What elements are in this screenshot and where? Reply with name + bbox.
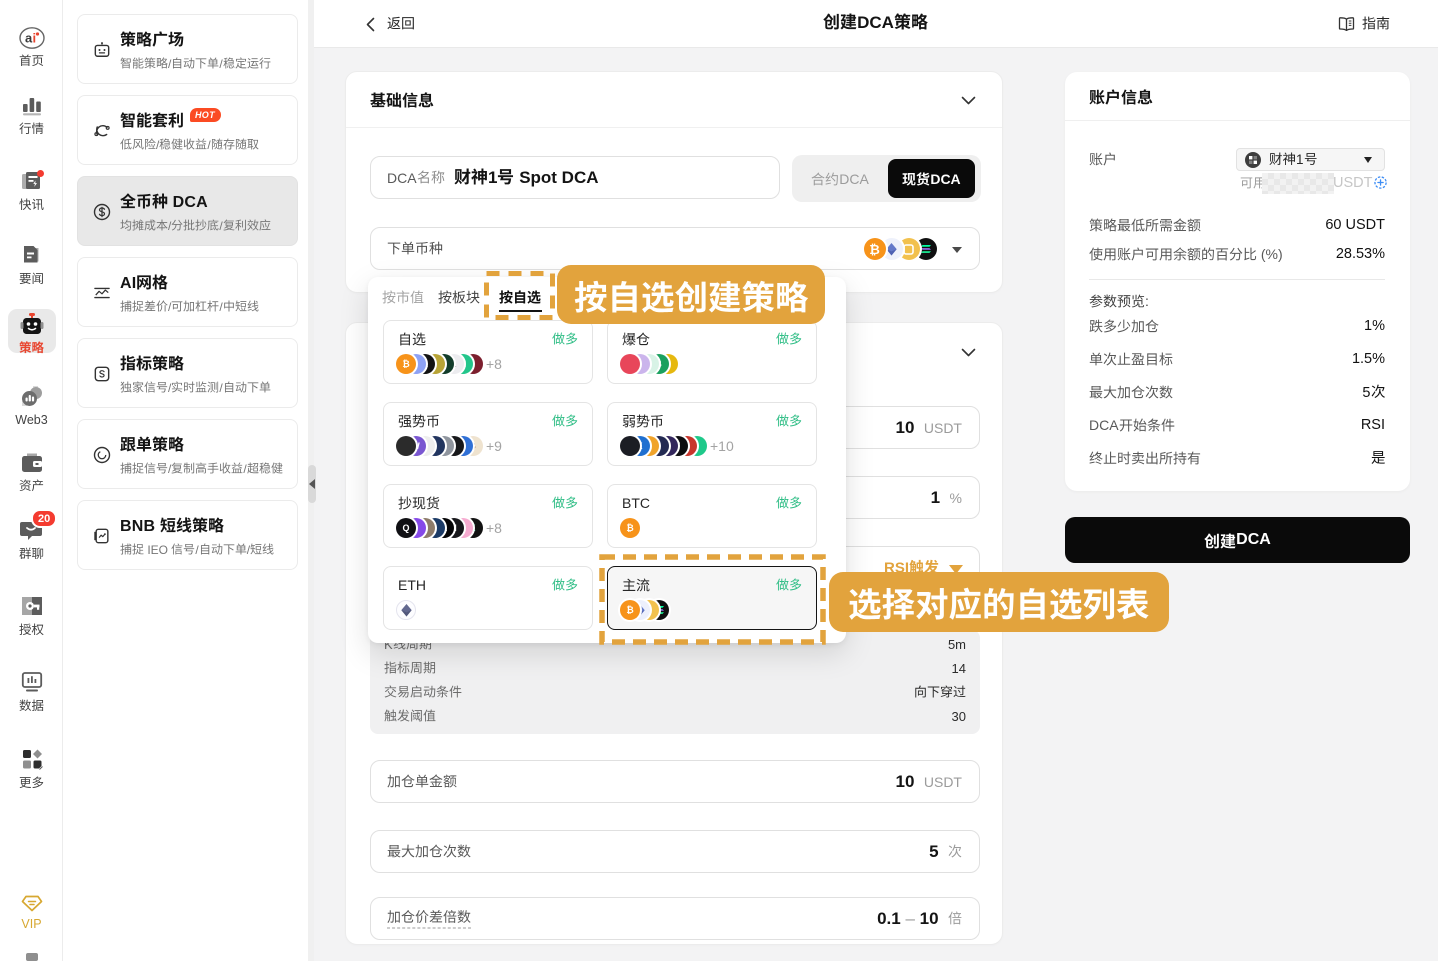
svg-text:i: i <box>32 31 36 46</box>
